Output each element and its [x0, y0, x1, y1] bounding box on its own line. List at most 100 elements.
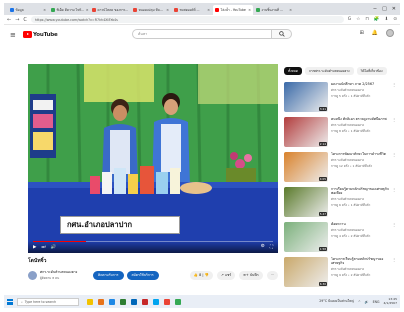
- save-button[interactable]: ≡+ บันทึก: [239, 270, 263, 280]
- more-actions-button[interactable]: ⋯: [266, 270, 278, 280]
- recommended-video-channel[interactable]: ศกร.ระดับตำบลหนองฮาง: [331, 123, 393, 128]
- recommended-video[interactable]: 3:21 ผลงานนักศึกษา ภาค 2/2567 ศกร.ระดับตำบ…: [284, 82, 396, 114]
- recommended-video-title[interactable]: โครงการเรียนรู้ตามหลักปรัชญาของเศรษฐกิจ: [331, 257, 393, 265]
- more-options-icon[interactable]: ⋮: [392, 257, 396, 262]
- recommended-video-title[interactable]: การเรียนรู้ตามหลักปรัชญาของเศรษฐกิจพอเพี…: [331, 187, 393, 195]
- recommended-video-channel[interactable]: ศกร.ระดับตำบลหนองฮาง: [331, 267, 393, 272]
- minimize-button[interactable]: −: [373, 6, 377, 12]
- notifications-bell-icon[interactable]: 🔔: [372, 30, 378, 36]
- close-window-button[interactable]: ✕: [392, 6, 396, 12]
- hamburger-menu-icon[interactable]: ≡: [10, 31, 20, 39]
- video-thumbnail[interactable]: 6:30: [284, 257, 328, 287]
- taskbar-app-icon[interactable]: [131, 298, 137, 305]
- recommended-video-channel[interactable]: ศกร.ระดับตำบลหนองฮาง: [331, 197, 393, 202]
- channel-name[interactable]: ศกร.ระดับตำบลหนองฮาง: [40, 270, 90, 275]
- tab-close-icon[interactable]: ×: [207, 8, 210, 12]
- reading-list-icon[interactable]: ⊓: [365, 17, 369, 22]
- recommended-video[interactable]: 4:05 โครงการพัฒนาทักษะในการดำรงชีวิตศกร.ร…: [284, 152, 396, 184]
- recommended-video-title[interactable]: คนหนึ่ง ศักดิ์เอก ตรวจดูงานทัศนียภาพ: [331, 117, 393, 121]
- taskbar-app-icon[interactable]: [98, 298, 104, 305]
- recommended-video-channel[interactable]: ศกร.ระดับตำบลหนองฮาง: [331, 158, 393, 163]
- video-thumbnail[interactable]: 4:05: [284, 152, 328, 182]
- url-field[interactable]: https://www.youtube.com/watch?v=R7kh4Xl8…: [30, 16, 344, 23]
- taskbar-clock[interactable]: 13:45 4/1/2567: [384, 297, 397, 305]
- recommended-video-title[interactable]: ผลงานนักศึกษา ภาค 2/2567: [331, 82, 393, 86]
- recommended-video[interactable]: 5:47 การเรียนรู้ตามหลักปรัชญาของเศรษฐกิจพ…: [284, 187, 396, 219]
- filter-chip[interactable]: จากศกร.ระดับตำบลหนองฮาง: [304, 67, 354, 75]
- reload-icon[interactable]: C: [23, 17, 27, 23]
- taskbar-search-input[interactable]: ⌕ Type here to search: [17, 297, 79, 306]
- address-bar: ← → C https://www.youtube.com/watch?v=R7…: [4, 15, 400, 25]
- play-icon[interactable]: ▶: [33, 245, 36, 250]
- fullscreen-icon[interactable]: ⛶: [270, 244, 273, 250]
- channel-avatar[interactable]: [28, 270, 37, 280]
- speaker-icon[interactable]: 🔊: [365, 300, 369, 304]
- subscribe-button[interactable]: สมัครใช้บริการ: [126, 270, 159, 280]
- back-icon[interactable]: ←: [7, 17, 11, 23]
- browser-tab[interactable]: ข้อมูล ×: [8, 5, 48, 15]
- recommended-video[interactable]: 2:14 คนหนึ่ง ศักดิ์เอก ตรวจดูงานทัศนียภาพ…: [284, 117, 396, 149]
- filter-chip[interactable]: วิดีโอที่เกี่ยวข้อง: [356, 67, 387, 75]
- tab-close-icon[interactable]: ×: [248, 8, 251, 12]
- google-lens-icon[interactable]: G: [348, 17, 352, 22]
- video-thumbnail[interactable]: 3:21: [284, 82, 328, 112]
- more-options-icon[interactable]: ⋮: [392, 82, 396, 87]
- browser-tab[interactable]: งานชิ้นงานที่ ... ×: [254, 5, 294, 15]
- browser-tab[interactable]: ชมสดองค์ที่ ... ×: [172, 5, 212, 15]
- taskbar-app-icon[interactable]: [175, 298, 181, 305]
- recommended-video[interactable]: 6:30 โครงการเรียนรู้ตามหลักปรัชญาของเศรษฐ…: [284, 257, 396, 289]
- like-count: 8: [199, 273, 202, 277]
- more-options-icon[interactable]: ⋮: [392, 152, 396, 157]
- recommended-video-title[interactable]: โครงการพัฒนาทักษะในการดำรงชีวิต: [331, 152, 393, 156]
- tab-close-icon[interactable]: ×: [43, 8, 46, 12]
- create-video-icon[interactable]: ⊞: [360, 30, 364, 36]
- browser-tab[interactable]: ซีเอ็ด ตีความ ไฟร์... ×: [49, 5, 89, 15]
- video-player[interactable]: กศน.อำเภอปลาปาก ▶ ⏭ 🔊 ⚙ ⛶: [28, 64, 278, 253]
- share-button[interactable]: ↗ แชร์: [216, 270, 236, 280]
- recommended-video-channel[interactable]: ศกร.ระดับตำบลหนองฮาง: [331, 88, 393, 93]
- profile-icon[interactable]: ⊙: [393, 17, 397, 22]
- recommended-video-info: ค้อยหวาน ศกร.ระดับตำบลหนองฮาง การดู 4 ครั้…: [331, 222, 393, 254]
- recommended-video-channel[interactable]: ศกร.ระดับตำบลหนองฮาง: [331, 228, 393, 233]
- browser-tab[interactable]: หนองแม่ตุม ทีม... ×: [131, 5, 171, 15]
- taskbar-app-icon[interactable]: [164, 298, 170, 305]
- tab-close-icon[interactable]: ×: [86, 8, 89, 12]
- browser-tab[interactable]: โล่งน้ำ - YouTube ×: [213, 5, 253, 15]
- search-input[interactable]: ค้นหา: [132, 29, 272, 39]
- settings-gear-icon[interactable]: ⚙: [261, 244, 265, 250]
- forward-icon[interactable]: →: [15, 17, 19, 23]
- next-video-icon[interactable]: ⏭: [41, 244, 45, 250]
- more-options-icon[interactable]: ⋮: [392, 187, 396, 192]
- join-button[interactable]: ติดตามรับการ: [93, 270, 124, 280]
- taskbar-app-icon[interactable]: [153, 298, 159, 305]
- more-options-icon[interactable]: ⋮: [392, 117, 396, 122]
- youtube-logo[interactable]: YouTube: [23, 31, 58, 38]
- volume-icon[interactable]: 🔊: [51, 245, 57, 250]
- more-options-icon[interactable]: ⋮: [392, 222, 396, 227]
- tab-close-icon[interactable]: ×: [166, 8, 169, 12]
- taskbar-app-icon[interactable]: [142, 298, 148, 305]
- taskbar-app-icon[interactable]: [109, 298, 115, 305]
- video-thumbnail[interactable]: 5:47: [284, 187, 328, 217]
- like-button[interactable]: 👍 8 | 👎: [189, 270, 213, 280]
- video-thumbnail[interactable]: 2:14: [284, 117, 328, 147]
- tray-overflow-icon[interactable]: ^: [358, 300, 361, 304]
- browser-tab[interactable]: ดาวน์โหลด ของการ...×: [90, 5, 130, 15]
- taskbar-app-icon[interactable]: [87, 298, 93, 305]
- filter-chip[interactable]: ทั้งหมด: [284, 67, 302, 75]
- windows-start-icon[interactable]: [7, 298, 13, 305]
- language-indicator[interactable]: ENG: [373, 300, 380, 304]
- taskbar-app-icon[interactable]: [120, 298, 126, 305]
- maximize-button[interactable]: □: [382, 6, 387, 12]
- account-avatar[interactable]: [386, 29, 394, 37]
- search-button[interactable]: [272, 29, 292, 39]
- downloads-icon[interactable]: ⬇: [384, 17, 388, 22]
- bookmark-star-icon[interactable]: ☆: [356, 17, 360, 22]
- recommended-video-info: คนหนึ่ง ศักดิ์เอก ตรวจดูงานทัศนียภาพศกร.…: [331, 117, 393, 149]
- extensions-icon[interactable]: 🧩: [374, 17, 380, 22]
- weather-widget[interactable]: 29°C มีแดดเป็นส่วนใหญ่: [319, 299, 354, 304]
- recommended-video-title[interactable]: ค้อยหวาน: [331, 222, 393, 226]
- recommended-video[interactable]: 1:58 ค้อยหวาน ศกร.ระดับตำบลหนองฮาง การดู 4 …: [284, 222, 396, 254]
- tab-close-icon[interactable]: ×: [289, 8, 292, 12]
- video-thumbnail[interactable]: 1:58: [284, 222, 328, 252]
